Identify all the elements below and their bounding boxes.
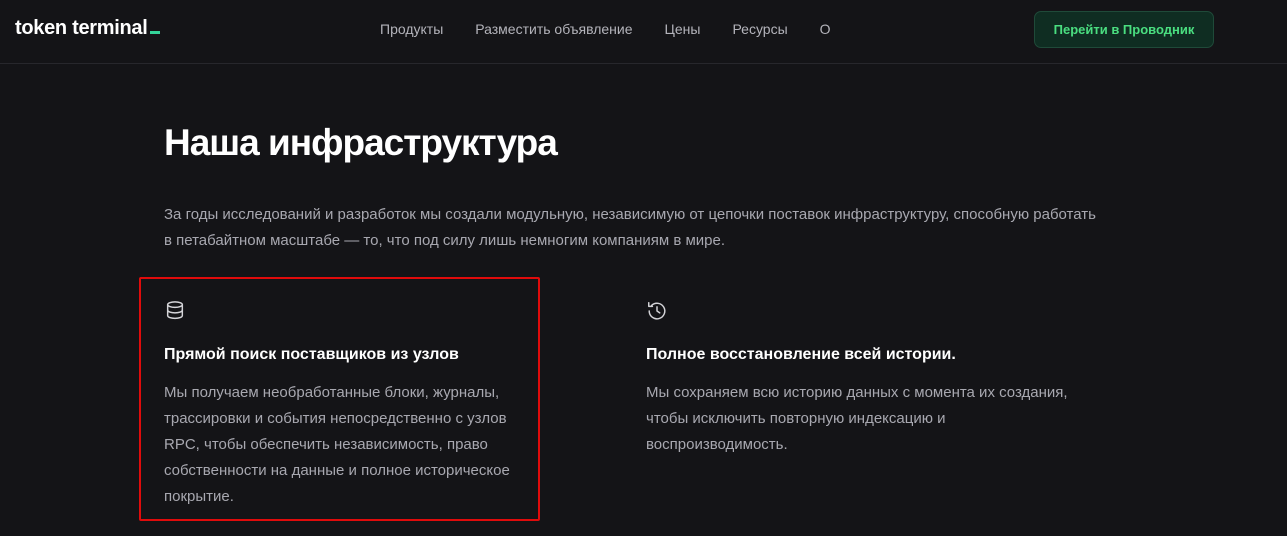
intro-text: За годы исследований и разработок мы соз…	[164, 206, 1096, 249]
site-header: token terminal Продукты Разместить объяв…	[0, 0, 1287, 64]
logo[interactable]: token terminal	[15, 17, 160, 40]
nav-item-pricing[interactable]: Цены	[665, 21, 701, 37]
feature-direct-node-sourcing: Прямой поиск поставщиков из узлов Мы пол…	[164, 300, 534, 510]
nav-item-advertise[interactable]: Разместить объявление	[475, 21, 632, 37]
feature-text: Мы получаем необработанные блоки, журнал…	[164, 384, 510, 505]
nav-item-about[interactable]: О	[820, 21, 831, 37]
feature-text: Мы сохраняем всю историю данных с момент…	[646, 384, 1068, 453]
logo-cursor	[149, 31, 160, 34]
history-icon	[648, 302, 666, 320]
nav-item-products[interactable]: Продукты	[380, 21, 443, 37]
logo-text: token terminal	[15, 17, 148, 39]
database-icon	[166, 301, 184, 320]
feature-full-history: Полное восстановление всей истории. Мы с…	[646, 300, 1076, 458]
feature-title: Прямой поиск поставщиков из узлов	[164, 346, 459, 363]
go-to-explorer-button[interactable]: Перейти в Проводник	[1034, 11, 1214, 48]
page-title: Наша инфраструктура	[164, 122, 558, 163]
feature-title: Полное восстановление всей истории.	[646, 346, 956, 363]
main-nav: Продукты Разместить объявление Цены Ресу…	[380, 21, 831, 37]
nav-item-resources[interactable]: Ресурсы	[732, 21, 787, 37]
